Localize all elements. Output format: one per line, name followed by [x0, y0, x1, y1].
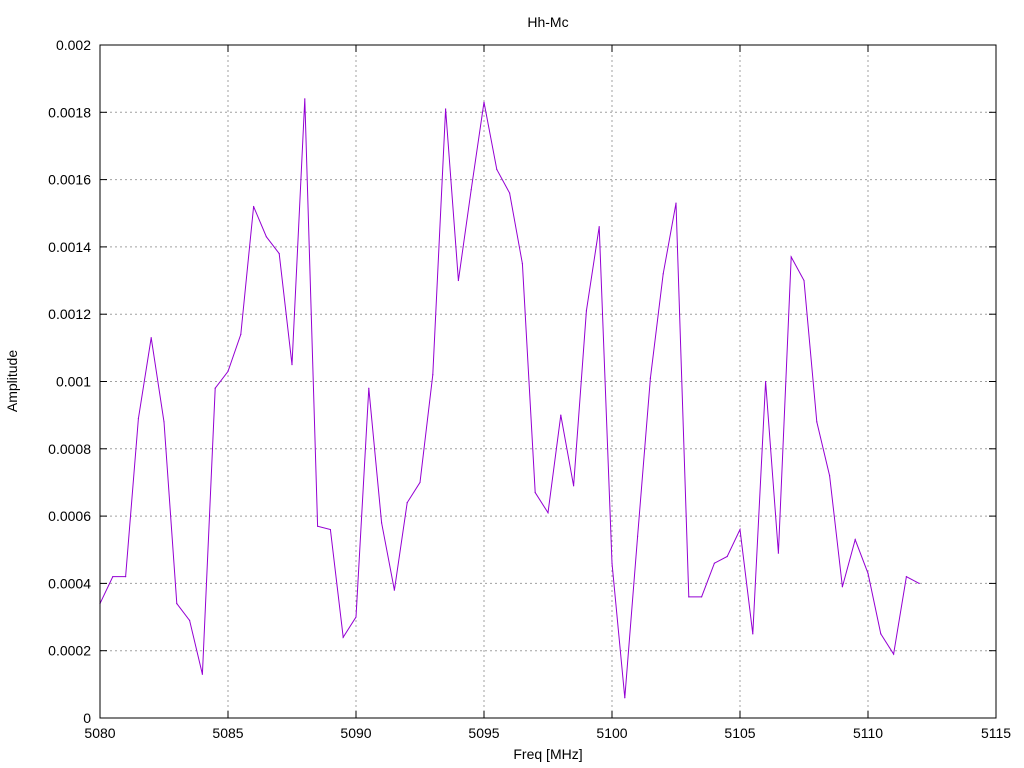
data-point	[560, 414, 562, 416]
data-point	[688, 596, 690, 598]
chart: 5080 5085 5090 5095 5100 5105 5110 5115 0 0.0002…	[4, 14, 1011, 762]
x-tick-label: 5085	[212, 725, 243, 741]
data-point	[547, 512, 549, 514]
data-point	[573, 485, 575, 487]
data-point	[317, 525, 319, 527]
data-point	[854, 539, 856, 541]
x-tick-label: 5100	[596, 725, 627, 741]
data-point	[521, 263, 524, 265]
x-tick-label: 5105	[724, 725, 755, 741]
data-point	[841, 586, 844, 588]
x-tick-labels: 5080 5085 5090 5095 5100 5105 5110 5115	[84, 725, 1011, 741]
data-point	[765, 380, 767, 383]
data-point	[777, 552, 780, 554]
data-point	[496, 168, 498, 171]
data-point	[790, 256, 792, 258]
data-point	[598, 226, 600, 228]
data-point	[918, 582, 920, 585]
data-point	[150, 337, 152, 339]
data-point	[611, 562, 613, 564]
y-tick-label: 0.0014	[48, 239, 91, 255]
data-point	[201, 673, 203, 675]
data-point	[816, 421, 818, 423]
data-point	[829, 475, 831, 477]
data-point	[905, 576, 908, 578]
data-point	[342, 636, 344, 638]
data-point	[739, 528, 741, 531]
data-point	[649, 377, 652, 379]
data-point	[406, 502, 408, 504]
y-tick-label: 0.0018	[48, 104, 91, 120]
y-tick-label: 0.0002	[48, 643, 91, 659]
data-point	[291, 364, 293, 366]
data-point	[137, 417, 139, 420]
data-point	[880, 633, 882, 635]
data-point	[457, 279, 459, 282]
data-point	[867, 572, 869, 574]
data-point	[393, 589, 395, 591]
data-point	[675, 202, 677, 204]
data-point	[713, 562, 716, 564]
data-point	[624, 697, 626, 699]
data-point	[381, 522, 383, 524]
data-point	[662, 273, 664, 275]
y-axis-label: Amplitude	[4, 350, 20, 412]
data-point	[278, 253, 280, 255]
data-point	[227, 370, 229, 372]
data-point	[534, 491, 536, 494]
data-point	[509, 192, 511, 194]
data-point	[483, 101, 485, 103]
x-tick-label: 5090	[340, 725, 371, 741]
data-point	[176, 602, 178, 605]
data-point	[470, 189, 472, 191]
series-line	[99, 98, 920, 698]
x-tick-label: 5115	[981, 725, 1011, 741]
data-point	[803, 279, 805, 282]
data-point	[125, 576, 127, 578]
data-point	[265, 236, 267, 238]
data-point	[329, 528, 331, 531]
y-tick-label: 0.0006	[48, 508, 91, 524]
data-point	[304, 98, 306, 100]
data-point	[368, 387, 370, 389]
data-point	[637, 535, 639, 537]
x-tick-label: 5110	[853, 725, 883, 741]
data-point	[189, 619, 191, 622]
data-point	[445, 108, 447, 110]
y-tick-label: 0.0008	[48, 441, 91, 457]
y-tick-labels: 0 0.0002 0.0004 0.0006 0.0008 0.001 0.0012 0.00…	[48, 37, 91, 726]
y-tick-label: 0.002	[56, 37, 91, 53]
data-point	[163, 421, 165, 423]
y-tick-label: 0.0016	[48, 172, 91, 188]
grid	[100, 45, 996, 718]
data-point	[355, 616, 357, 618]
y-tick-label: 0.001	[56, 374, 91, 390]
x-tick-label: 5095	[468, 725, 499, 741]
data-point	[893, 653, 895, 655]
data-point	[253, 205, 255, 208]
data-point	[701, 596, 703, 598]
data-point	[432, 374, 434, 376]
data-point	[112, 576, 114, 578]
data-point	[585, 310, 588, 312]
data-point	[240, 333, 242, 335]
chart-title: Hh-Mc	[527, 14, 568, 30]
data-point	[419, 481, 421, 484]
series-layer	[99, 98, 920, 699]
y-tick-label: 0	[83, 710, 91, 726]
data-point	[726, 555, 728, 558]
y-tick-label: 0.0004	[48, 575, 91, 591]
y-tick-label: 0.0012	[48, 306, 91, 322]
data-point	[214, 387, 216, 389]
x-tick-label: 5080	[84, 725, 115, 741]
data-point	[752, 633, 754, 635]
x-axis-label: Freq [MHz]	[513, 746, 582, 762]
